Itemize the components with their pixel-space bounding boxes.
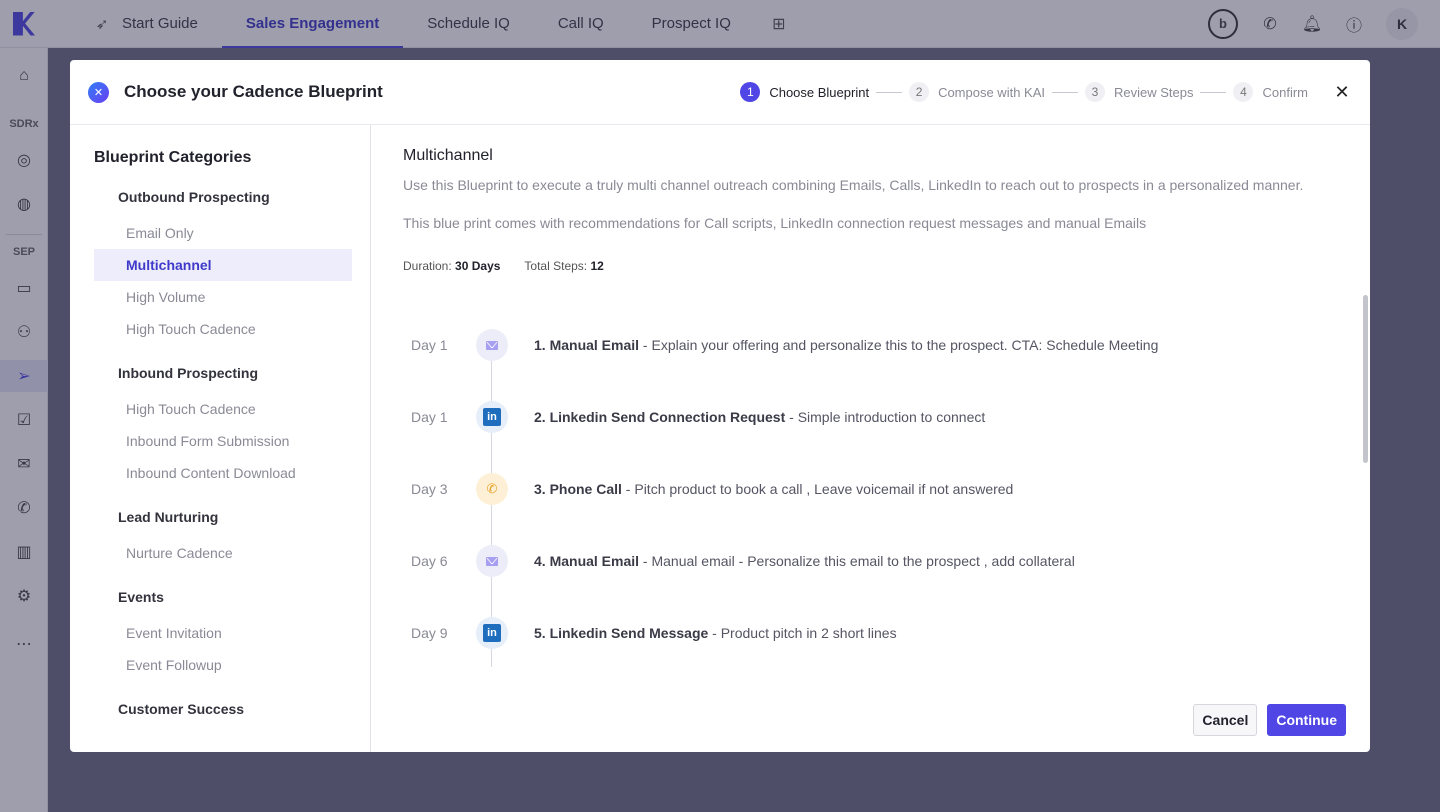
linkedin-icon: in [476, 401, 508, 433]
step-name: 3. Phone Call [534, 481, 622, 497]
step-number: 4 [1233, 82, 1254, 102]
total-steps: Total Steps: 12 [524, 259, 603, 273]
total-steps-value: 12 [590, 259, 604, 273]
timeline-step: Day 1 in 2. Linkedin Send Connection Req… [403, 381, 1338, 453]
step-name: 4. Manual Email [534, 553, 640, 569]
step-text: 4. Manual Email - Manual email - Persona… [534, 553, 1075, 569]
category-group: Inbound Prospecting High Touch Cadence I… [94, 365, 352, 489]
group-title: Outbound Prospecting [118, 189, 270, 205]
step-text: 2. Linkedin Send Connection Request - Si… [534, 409, 985, 425]
group-title: Lead Nurturing [118, 509, 219, 525]
category-group: Lead Nurturing Nurture Cadence [94, 509, 352, 569]
steps-timeline: Day 1 1. Manual Email - Explain your off… [403, 309, 1338, 669]
step-name: 2. Linkedin Send Connection Request [534, 409, 786, 425]
blueprint-description: Use this Blueprint to execute a truly mu… [403, 177, 1304, 193]
step-desc: - Simple introduction to connect [785, 409, 986, 425]
step-compose-with-kai: 2 Compose with KAI [909, 82, 1045, 102]
blueprint-meta: Duration: 30 Days Total Steps: 12 [403, 259, 1338, 273]
category-item[interactable]: High Touch Cadence [94, 393, 352, 425]
timeline-step: Day 6 4. Manual Email - Manual email - P… [403, 525, 1338, 597]
step-desc: - Manual email - Personalize this email … [639, 553, 1075, 569]
step-desc: - Explain your offering and personalize … [639, 337, 1159, 353]
step-day: Day 3 [411, 481, 448, 497]
modal-title: Choose your Cadence Blueprint [124, 82, 383, 101]
group-title: Events [118, 589, 164, 605]
category-item[interactable]: Event Followup [94, 649, 352, 681]
modal-body: Blueprint Categories Outbound Prospectin… [70, 125, 1370, 752]
group-title: Customer Success [118, 701, 245, 717]
step-label: Review Steps [1114, 84, 1194, 100]
continue-button[interactable]: Continue [1267, 704, 1346, 736]
step-review-steps: 3 Review Steps [1085, 82, 1193, 102]
step-text: 1. Manual Email - Explain your offering … [534, 337, 1158, 353]
cancel-button[interactable]: Cancel [1193, 704, 1258, 736]
close-icon[interactable]: ✕ [1332, 82, 1352, 102]
kai-logo-icon: ✕ [88, 81, 109, 103]
duration: Duration: 30 Days [403, 259, 500, 273]
step-text: 5. Linkedin Send Message - Product pitch… [534, 625, 897, 641]
category-item-selected[interactable]: Multichannel [94, 249, 352, 281]
category-group: Events Event Invitation Event Followup [94, 589, 352, 681]
stepper: 1 Choose Blueprint 2 Compose with KAI 3 Rev… [740, 82, 1308, 102]
step-desc: - Product pitch in 2 short lines [708, 625, 897, 641]
step-number: 2 [909, 82, 930, 102]
modal-header: ✕ Choose your Cadence Blueprint 1 Choose … [70, 60, 1370, 125]
categories-panel: Blueprint Categories Outbound Prospectin… [70, 125, 371, 752]
blueprint-description-secondary: This blue print comes with recommendatio… [403, 215, 1147, 231]
step-label: Choose Blueprint [769, 84, 870, 100]
category-group: Outbound Prospecting Email Only Multicha… [94, 189, 352, 345]
step-day: Day 1 [411, 337, 448, 353]
category-item[interactable]: Email Only [94, 217, 352, 249]
step-number: 3 [1085, 82, 1105, 102]
category-item[interactable]: Inbound Content Download [94, 457, 352, 489]
phone-call-icon: ✆ [476, 473, 508, 505]
step-connector [1200, 91, 1227, 93]
linkedin-icon: in [476, 617, 508, 649]
step-connector [1052, 91, 1078, 93]
step-connector [876, 91, 903, 93]
step-confirm: 4 Confirm [1233, 82, 1308, 102]
step-day: Day 9 [411, 625, 448, 641]
blueprint-detail: Multichannel Use this Blueprint to execu… [371, 125, 1370, 752]
step-label: Compose with KAI [938, 84, 1045, 100]
step-label: Confirm [1262, 84, 1308, 100]
email-icon [476, 545, 508, 577]
category-item[interactable]: High Volume [94, 281, 352, 313]
step-text: 3. Phone Call - Pitch product to book a … [534, 481, 1013, 497]
timeline-step: Day 1 1. Manual Email - Explain your off… [403, 309, 1338, 381]
category-group: Customer Success [94, 701, 352, 717]
step-day: Day 1 [411, 409, 448, 425]
category-item[interactable]: Inbound Form Submission [94, 425, 352, 457]
category-item[interactable]: High Touch Cadence [94, 313, 352, 345]
timeline-step: Day 9 in 5. Linkedin Send Message - Prod… [403, 597, 1338, 669]
email-icon [476, 329, 508, 361]
group-title: Inbound Prospecting [118, 365, 258, 381]
total-steps-label: Total Steps: [524, 259, 588, 273]
category-item[interactable]: Event Invitation [94, 617, 352, 649]
detail-scrollbar[interactable] [1363, 295, 1368, 463]
category-item[interactable]: Nurture Cadence [94, 537, 352, 569]
duration-value: 30 Days [455, 259, 501, 273]
blueprint-modal: ✕ Choose your Cadence Blueprint 1 Choose … [70, 60, 1370, 752]
step-name: 1. Manual Email [534, 337, 640, 353]
step-number: 1 [740, 82, 761, 102]
modal-footer: Cancel Continue [1193, 704, 1346, 736]
categories-heading: Blueprint Categories [94, 149, 252, 166]
duration-label: Duration: [403, 259, 452, 273]
step-desc: - Pitch product to book a call , Leave v… [621, 481, 1014, 497]
step-day: Day 6 [411, 553, 448, 569]
timeline-step: Day 3 ✆ 3. Phone Call - Pitch product to… [403, 453, 1338, 525]
step-choose-blueprint: 1 Choose Blueprint [740, 82, 869, 102]
step-name: 5. Linkedin Send Message [534, 625, 709, 641]
blueprint-title: Multichannel [403, 147, 493, 164]
